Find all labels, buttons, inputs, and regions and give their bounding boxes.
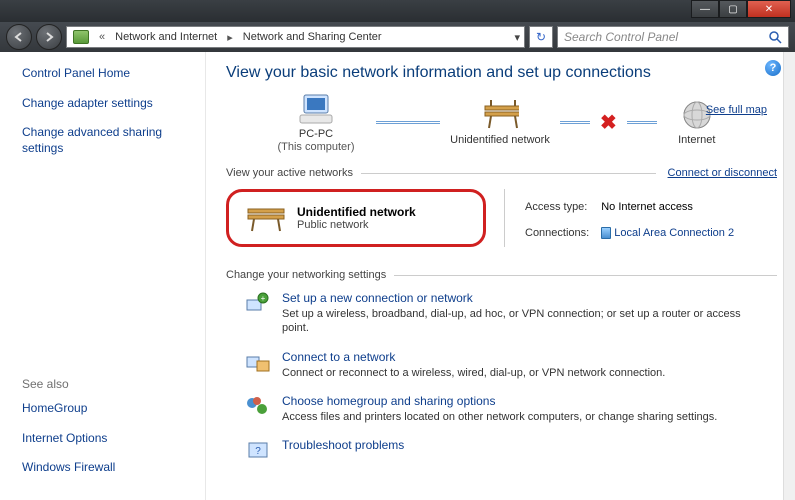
change-settings-label: Change your networking settings bbox=[226, 269, 386, 281]
map-node-pc-sub: (This computer) bbox=[277, 141, 354, 153]
svg-text:?: ? bbox=[255, 446, 261, 457]
svg-text:+: + bbox=[261, 294, 266, 303]
arrow-right-icon bbox=[44, 32, 54, 42]
bench-icon bbox=[481, 98, 519, 132]
network-connect-icon bbox=[244, 350, 272, 376]
troubleshoot-icon: ? bbox=[244, 438, 272, 464]
map-node-unident-label: Unidentified network bbox=[450, 134, 550, 147]
connect-disconnect-link[interactable]: Connect or disconnect bbox=[656, 167, 777, 179]
setting-troubleshoot-link[interactable]: Troubleshoot problems bbox=[282, 438, 404, 452]
change-settings-header: Change your networking settings bbox=[226, 269, 777, 281]
setting-item-connect[interactable]: Connect to a network Connect or reconnec… bbox=[244, 350, 777, 380]
network-card-highlight[interactable]: Unidentified network Public network bbox=[226, 189, 486, 247]
chevron-right-icon: ▸ bbox=[223, 31, 237, 44]
address-dropdown-icon[interactable]: ▾ bbox=[514, 31, 520, 44]
settings-list: + Set up a new connection or network Set… bbox=[226, 291, 777, 464]
map-node-internet-label: Internet bbox=[678, 134, 715, 147]
help-icon[interactable]: ? bbox=[765, 60, 781, 76]
active-networks-header: View your active networks Connect or dis… bbox=[226, 167, 777, 179]
see-full-map-link[interactable]: See full map bbox=[706, 104, 767, 116]
map-node-unidentified[interactable]: Unidentified network bbox=[440, 98, 560, 147]
network-map: PC-PC (This computer) Unidentified netwo… bbox=[256, 92, 777, 153]
homegroup-icon bbox=[244, 394, 272, 420]
sidebar-homegroup-link[interactable]: HomeGroup bbox=[22, 401, 195, 417]
connections-label: Connections: bbox=[525, 221, 599, 245]
disconnect-x-icon: ✖ bbox=[600, 110, 617, 135]
computer-icon bbox=[297, 92, 335, 126]
crumb-network-sharing[interactable]: Network and Sharing Center bbox=[243, 31, 382, 43]
map-node-pc-label: PC-PC bbox=[299, 128, 333, 141]
minimize-button[interactable]: — bbox=[691, 0, 719, 18]
main-panel: ? View your basic network information an… bbox=[206, 52, 795, 500]
network-setup-icon: + bbox=[244, 291, 272, 317]
maximize-button[interactable]: ▢ bbox=[719, 0, 747, 18]
control-panel-icon bbox=[73, 30, 89, 44]
setting-setup-desc: Set up a wireless, broadband, dial-up, a… bbox=[282, 307, 742, 336]
active-networks-label: View your active networks bbox=[226, 167, 353, 179]
sidebar-adapter-link[interactable]: Change adapter settings bbox=[22, 96, 195, 112]
search-placeholder: Search Control Panel bbox=[564, 30, 678, 44]
map-connector bbox=[560, 121, 590, 124]
window: — ▢ ✕ « Network and Internet ▸ Network a… bbox=[0, 0, 795, 500]
setting-connect-desc: Connect or reconnect to a wireless, wire… bbox=[282, 366, 665, 380]
access-type-label: Access type: bbox=[525, 195, 599, 219]
setting-homegroup-link[interactable]: Choose homegroup and sharing options bbox=[282, 394, 495, 408]
ethernet-icon bbox=[601, 227, 611, 239]
connection-link[interactable]: Local Area Connection 2 bbox=[614, 227, 734, 239]
setting-connect-link[interactable]: Connect to a network bbox=[282, 350, 395, 364]
page-title: View your basic network information and … bbox=[226, 64, 777, 82]
setting-setup-link[interactable]: Set up a new connection or network bbox=[282, 291, 473, 305]
see-also-heading: See also bbox=[22, 377, 195, 391]
titlebar: — ▢ ✕ bbox=[0, 0, 795, 22]
content: Control Panel Home Change adapter settin… bbox=[0, 52, 795, 500]
arrow-left-icon bbox=[14, 32, 24, 42]
setting-item-homegroup[interactable]: Choose homegroup and sharing options Acc… bbox=[244, 394, 777, 424]
search-input[interactable]: Search Control Panel bbox=[557, 26, 789, 48]
crumb-prefix: « bbox=[95, 31, 109, 43]
sidebar-internet-options-link[interactable]: Internet Options bbox=[22, 431, 195, 447]
map-connector bbox=[376, 121, 440, 124]
address-bar: « Network and Internet ▸ Network and Sha… bbox=[0, 22, 795, 52]
refresh-button[interactable]: ↻ bbox=[529, 26, 553, 48]
network-card-type: Public network bbox=[297, 219, 416, 231]
map-node-this-pc[interactable]: PC-PC (This computer) bbox=[256, 92, 376, 153]
access-type-value: No Internet access bbox=[601, 195, 734, 219]
setting-item-setup[interactable]: + Set up a new connection or network Set… bbox=[244, 291, 777, 336]
network-card-title: Unidentified network bbox=[297, 205, 416, 219]
refresh-icon: ↻ bbox=[536, 30, 546, 44]
back-button[interactable] bbox=[6, 24, 32, 50]
setting-item-troubleshoot[interactable]: ? Troubleshoot problems bbox=[244, 438, 777, 464]
connection-info: Access type: No Internet access Connecti… bbox=[523, 189, 736, 247]
map-connector bbox=[627, 121, 657, 124]
sidebar-firewall-link[interactable]: Windows Firewall bbox=[22, 460, 195, 476]
crumb-network-internet[interactable]: Network and Internet bbox=[115, 31, 217, 43]
forward-button[interactable] bbox=[36, 24, 62, 50]
sidebar-advanced-link[interactable]: Change advanced sharing settings bbox=[22, 125, 195, 156]
sidebar-home-link[interactable]: Control Panel Home bbox=[22, 66, 195, 82]
breadcrumb[interactable]: « Network and Internet ▸ Network and Sha… bbox=[66, 26, 525, 48]
scrollbar[interactable] bbox=[783, 52, 795, 500]
sidebar: Control Panel Home Change adapter settin… bbox=[0, 52, 206, 500]
setting-homegroup-desc: Access files and printers located on oth… bbox=[282, 410, 717, 424]
search-icon[interactable] bbox=[768, 30, 782, 44]
bench-icon bbox=[243, 200, 289, 236]
active-network-row: Unidentified network Public network Acce… bbox=[226, 189, 777, 247]
close-button[interactable]: ✕ bbox=[747, 0, 791, 18]
